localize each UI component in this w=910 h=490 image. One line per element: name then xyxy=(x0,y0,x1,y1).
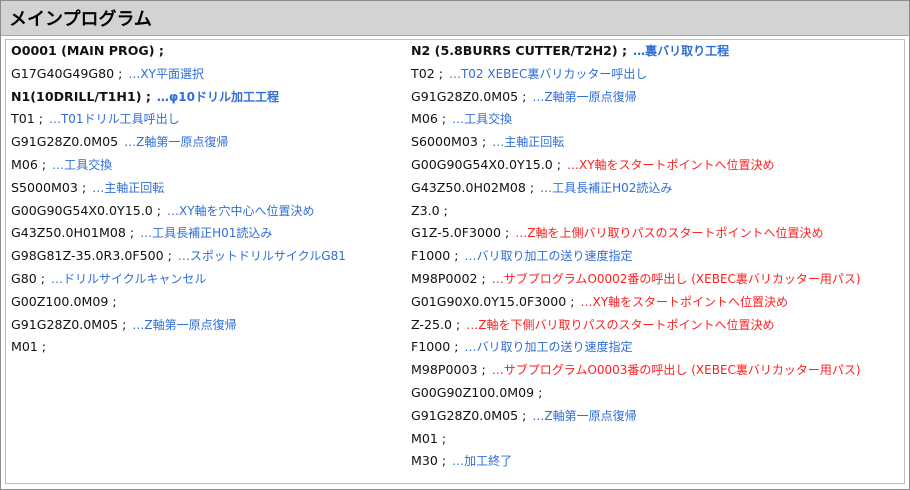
code-comment: …工具交換 xyxy=(52,157,113,172)
nc-code: F1000 ; xyxy=(411,339,459,355)
code-line: M98P0003 ; …サブプログラムO0003番の呼出し (XEBEC裏バリカッ… xyxy=(411,359,901,382)
code-line: F1000 ; …バリ取り加工の送り速度指定 xyxy=(411,336,901,359)
code-line: Z3.0 ; xyxy=(411,200,901,223)
nc-code: G98G81Z-35.0R3.0F500 ; xyxy=(11,248,172,264)
code-line: N2 (5.8BURRS CUTTER/T2H2) ; …裏バリ取り工程 xyxy=(411,40,901,63)
nc-code: N1(10DRILL/T1H1) ; xyxy=(11,88,151,104)
nc-code: M98P0002 ; xyxy=(411,270,486,286)
code-comment: …XY軸をスタートポイントへ位置決め xyxy=(567,157,775,172)
code-comment: …工具長補正H01読込み xyxy=(140,226,273,241)
nc-code: G1Z-5.0F3000 ; xyxy=(411,225,510,241)
nc-code: M30 ; xyxy=(411,453,447,469)
code-comment: …バリ取り加工の送り速度指定 xyxy=(464,340,633,355)
nc-code: S5000M03 ; xyxy=(11,179,87,195)
nc-code: M01 ; xyxy=(411,430,447,446)
code-comment: …Z軸第一原点復帰 xyxy=(124,135,229,150)
code-comment: …φ10ドリル加工工程 xyxy=(156,89,279,104)
nc-code: G91G28Z0.0M05 ; xyxy=(411,88,527,104)
code-line: M30 ; …加工終了 xyxy=(411,450,901,473)
nc-code: F1000 ; xyxy=(411,248,459,264)
nc-code: S6000M03 ; xyxy=(411,134,487,150)
code-line: G98G81Z-35.0R3.0F500 ; …スポットドリルサイクルG81 xyxy=(11,245,401,268)
code-line: M06 ; …工具交換 xyxy=(411,108,901,131)
code-comment: …工具長補正H02読込み xyxy=(540,180,673,195)
nc-code: M98P0003 ; xyxy=(411,362,486,378)
code-comment: …主軸正回転 xyxy=(92,180,165,195)
code-line: G43Z50.0H01M08 ; …工具長補正H01読込み xyxy=(11,222,401,245)
code-line: G01G90X0.0Y15.0F3000 ; …XY軸をスタートポイントへ位置決め xyxy=(411,291,901,314)
code-line: F1000 ; …バリ取り加工の送り速度指定 xyxy=(411,245,901,268)
nc-code: G91G28Z0.0M05 xyxy=(11,134,119,150)
program-frame: メインプログラム O0001 (MAIN PROG) ; G17G40G49G80… xyxy=(0,0,910,490)
nc-code: G43Z50.0H01M08 ; xyxy=(11,225,135,241)
header-bar: メインプログラム xyxy=(1,1,909,36)
nc-code: N2 (5.8BURRS CUTTER/T2H2) ; xyxy=(411,43,628,58)
code-line: G80 ; …ドリルサイクルキャンセル xyxy=(11,268,401,291)
nc-code: G43Z50.0H02M08 ; xyxy=(411,179,535,195)
left-column: O0001 (MAIN PROG) ; G17G40G49G80 ; …XY平面選択… xyxy=(11,40,401,359)
code-comment: …Z軸を下側バリ取りパスのスタートポイントへ位置決め xyxy=(466,317,775,332)
nc-code: T01 ; xyxy=(11,111,43,127)
code-comment: …T01ドリル工具呼出し xyxy=(48,112,180,127)
nc-code: G80 ; xyxy=(11,270,46,286)
code-comment: …ドリルサイクルキャンセル xyxy=(51,271,207,286)
page-title: メインプログラム xyxy=(9,9,152,30)
code-line: G91G28Z0.0M05 …Z軸第一原点復帰 xyxy=(11,131,401,154)
code-line: N1(10DRILL/T1H1) ; …φ10ドリル加工工程 xyxy=(11,86,401,109)
nc-code: Z-25.0 ; xyxy=(411,316,461,332)
nc-code: G00G90Z100.0M09 ; xyxy=(411,384,543,400)
nc-code: G91G28Z0.0M05 ; xyxy=(11,316,127,332)
nc-code: O0001 (MAIN PROG) ; xyxy=(11,43,164,58)
code-comment: …バリ取り加工の送り速度指定 xyxy=(464,249,633,264)
code-line: T02 ; …T02 XEBEC裏バリカッター呼出し xyxy=(411,63,901,86)
code-comment: …主軸正回転 xyxy=(492,135,565,150)
code-line: S6000M03 ; …主軸正回転 xyxy=(411,131,901,154)
nc-code: Z3.0 ; xyxy=(411,202,448,218)
code-comment: …XY軸を穴中心へ位置決め xyxy=(167,203,315,218)
code-comment: …加工終了 xyxy=(452,454,513,469)
right-column: N2 (5.8BURRS CUTTER/T2H2) ; …裏バリ取り工程 T02 ;… xyxy=(411,40,901,473)
code-line: G91G28Z0.0M05 ; …Z軸第一原点復帰 xyxy=(411,86,901,109)
code-line: G00Z100.0M09 ; xyxy=(11,291,401,314)
code-line: G00G90G54X0.0Y15.0 ; …XY軸を穴中心へ位置決め xyxy=(11,200,401,223)
code-comment: …T02 XEBEC裏バリカッター呼出し xyxy=(448,66,648,81)
nc-code: G00G90G54X0.0Y15.0 ; xyxy=(11,202,161,218)
nc-code: M06 ; xyxy=(411,111,447,127)
code-comment: …裏バリ取り工程 xyxy=(633,44,730,58)
code-comment: …サブプログラムO0003番の呼出し (XEBEC裏バリカッター用パス) xyxy=(491,363,861,378)
code-comment: …XY軸をスタートポイントへ位置決め xyxy=(580,294,789,309)
nc-code: M06 ; xyxy=(11,156,47,172)
code-line: T01 ; …T01ドリル工具呼出し xyxy=(11,108,401,131)
program-listing-panel: O0001 (MAIN PROG) ; G17G40G49G80 ; …XY平面選択… xyxy=(5,39,905,484)
code-line: G91G28Z0.0M05 ; …Z軸第一原点復帰 xyxy=(411,405,901,428)
code-line: M01 ; xyxy=(411,428,901,451)
code-line: Z-25.0 ; …Z軸を下側バリ取りパスのスタートポイントへ位置決め xyxy=(411,314,901,337)
code-line: G43Z50.0H02M08 ; …工具長補正H02読込み xyxy=(411,177,901,200)
nc-code: M01 ; xyxy=(11,339,47,355)
nc-code: G00G90G54X0.0Y15.0 ; xyxy=(411,156,561,172)
nc-code: G00Z100.0M09 ; xyxy=(11,293,117,309)
code-comment: …XY平面選択 xyxy=(128,66,204,81)
code-comment: …Z軸第一原点復帰 xyxy=(532,408,637,423)
code-comment: …Z軸第一原点復帰 xyxy=(132,317,237,332)
nc-code: G91G28Z0.0M05 ; xyxy=(411,407,527,423)
code-line: G00G90G54X0.0Y15.0 ; …XY軸をスタートポイントへ位置決め xyxy=(411,154,901,177)
code-line: G17G40G49G80 ; …XY平面選択 xyxy=(11,63,401,86)
code-line: G91G28Z0.0M05 ; …Z軸第一原点復帰 xyxy=(11,314,401,337)
code-comment: …スポットドリルサイクルG81 xyxy=(177,249,346,264)
code-line: M98P0002 ; …サブプログラムO0002番の呼出し (XEBEC裏バリカッ… xyxy=(411,268,901,291)
code-line: G1Z-5.0F3000 ; …Z軸を上側バリ取りパスのスタートポイントへ位置決め xyxy=(411,222,901,245)
code-comment: …Z軸を上側バリ取りパスのスタートポイントへ位置決め xyxy=(515,226,824,241)
nc-code: T02 ; xyxy=(411,65,443,81)
nc-code: G01G90X0.0Y15.0F3000 ; xyxy=(411,293,575,309)
code-comment: …Z軸第一原点復帰 xyxy=(532,89,637,104)
nc-code: G17G40G49G80 ; xyxy=(11,65,123,81)
code-line: O0001 (MAIN PROG) ; xyxy=(11,40,401,63)
code-line: S5000M03 ; …主軸正回転 xyxy=(11,177,401,200)
code-line: M01 ; xyxy=(11,336,401,359)
code-line: M06 ; …工具交換 xyxy=(11,154,401,177)
code-line: G00G90Z100.0M09 ; xyxy=(411,382,901,405)
code-comment: …サブプログラムO0002番の呼出し (XEBEC裏バリカッター用パス) xyxy=(491,271,861,286)
code-comment: …工具交換 xyxy=(452,112,513,127)
